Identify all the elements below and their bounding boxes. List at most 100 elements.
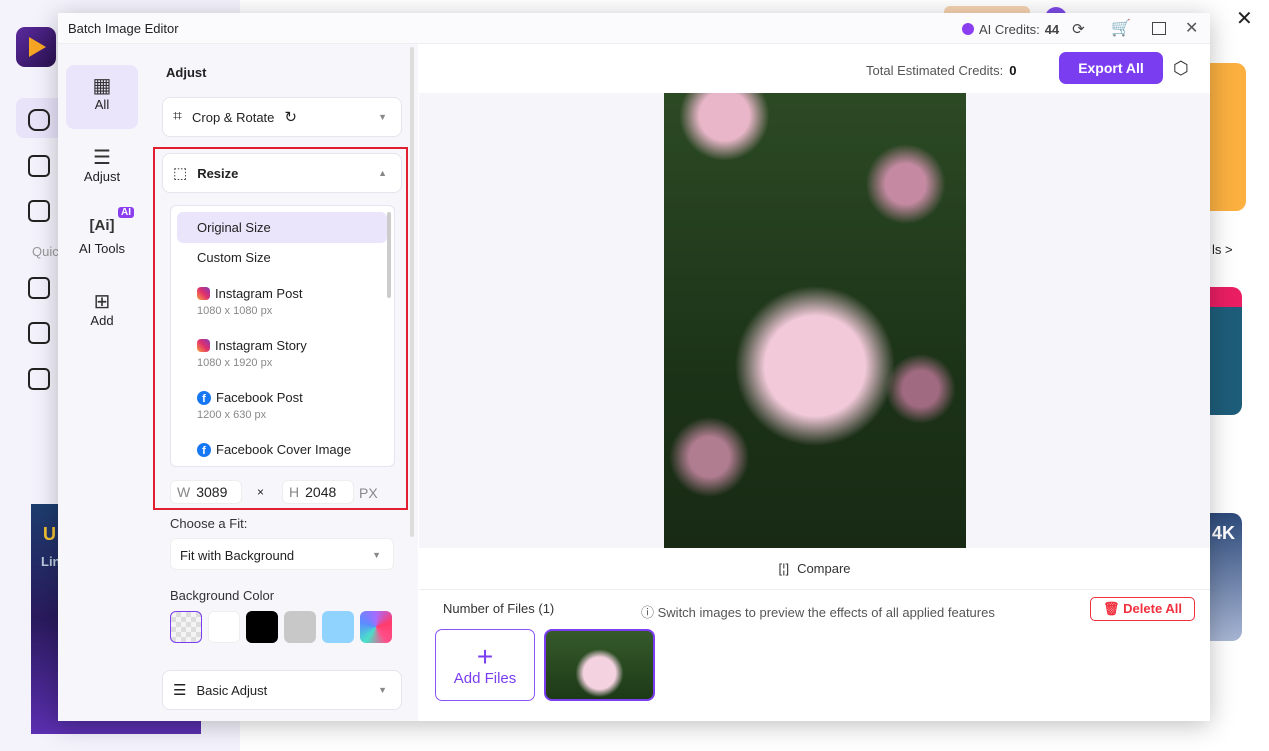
delete-all-button[interactable]: 🗑 Delete All [1090, 597, 1195, 621]
swatch-light-blue[interactable] [322, 611, 354, 643]
promo-card[interactable]: 4K [1210, 513, 1242, 641]
refresh-icon[interactable]: ⟳ [1072, 20, 1085, 38]
option-custom-size[interactable]: Custom Size [177, 250, 387, 265]
app-close-icon[interactable]: ✕ [1236, 6, 1253, 31]
window-title: Batch Image Editor [68, 21, 179, 36]
panel-scrollbar[interactable] [410, 47, 414, 537]
add-files-label: Add Files [453, 669, 517, 687]
option-name: Instagram Story [215, 338, 307, 353]
sliders-icon: ☰ [173, 682, 187, 699]
nav-ai-tools[interactable]: AI [Ai] AI Tools [66, 207, 138, 273]
swatch-transparent[interactable] [170, 611, 202, 643]
promo-card[interactable] [1210, 287, 1242, 415]
crop-icon: ⌗ [173, 108, 183, 125]
option-name: Custom Size [197, 250, 271, 265]
compare-button[interactable]: [¦] Compare [419, 548, 1210, 590]
swatch-gradient[interactable] [360, 611, 392, 643]
import-icon[interactable] [28, 322, 50, 344]
hint-text: Switch images to preview the effects of … [657, 605, 995, 620]
option-original-size[interactable]: Original Size [177, 212, 387, 243]
title-bar: Batch Image Editor AI Credits: 44 ⟳ 🛒 ✕ [58, 13, 1210, 44]
settings-icon[interactable]: ⬡ [1173, 58, 1189, 79]
close-icon[interactable]: ✕ [1185, 18, 1198, 38]
width-value: 3089 [196, 484, 228, 500]
sliders-icon: ☰ [93, 147, 111, 169]
ai-badge: AI [118, 207, 134, 218]
screen-icon[interactable] [28, 368, 50, 390]
section-label: Basic Adjust [196, 682, 268, 698]
promo-card[interactable] [1210, 63, 1246, 211]
option-facebook-post[interactable]: f Facebook Post 1200 x 630 px [177, 390, 387, 421]
toolbox-icon[interactable] [28, 155, 50, 177]
compare-label: Compare [797, 561, 851, 576]
chevron-down-icon: ▼ [372, 550, 381, 560]
nav-add[interactable]: ⊞ Add [66, 281, 138, 345]
height-input[interactable]: H 2048 [282, 480, 354, 504]
swatch-black[interactable] [246, 611, 278, 643]
reset-icon[interactable]: ↻ [284, 108, 297, 126]
list-scrollbar[interactable] [387, 212, 391, 298]
export-all-button[interactable]: Export All [1059, 52, 1163, 84]
option-facebook-cover[interactable]: f Facebook Cover Image [177, 442, 387, 457]
section-label: Crop & Rotate [192, 109, 275, 125]
basic-adjust-section[interactable]: ☰ Basic Adjust ▼ [162, 670, 402, 710]
convert-icon[interactable] [28, 277, 50, 299]
add-files-button[interactable]: + Add Files [435, 629, 535, 701]
option-name: Facebook Post [216, 390, 303, 405]
fit-label: Choose a Fit: [170, 516, 248, 531]
top-toolbar: Total Estimated Credits: 0 Export All ⬡ [419, 44, 1210, 93]
nav-all[interactable]: ▦ All [66, 65, 138, 129]
ai-credits-label: AI Credits: [979, 21, 1040, 37]
total-credits-value: 0 [1009, 63, 1017, 78]
nav-adjust[interactable]: ☰ Adjust [66, 137, 138, 201]
preview-image [664, 93, 966, 548]
panel-heading: Adjust [166, 65, 207, 80]
resize-icon: ⬚ [173, 165, 188, 182]
option-instagram-story[interactable]: Instagram Story 1080 x 1920 px [177, 338, 387, 369]
option-name: Original Size [197, 220, 271, 235]
file-thumbnail[interactable] [544, 629, 655, 701]
total-credits: Total Estimated Credits: 0 [866, 63, 1017, 78]
cart-icon[interactable]: 🛒 [1111, 18, 1131, 38]
preview-area [419, 93, 1210, 548]
option-size: 1200 x 630 px [197, 409, 267, 421]
resize-options-list: Original Size Custom Size Instagram Post… [170, 205, 395, 467]
option-name: Facebook Cover Image [216, 442, 352, 457]
height-label: H [289, 484, 300, 500]
chevron-up-icon: ▲ [378, 168, 387, 178]
total-credits-label: Total Estimated Credits: [866, 63, 1004, 78]
files-section: Number of Files (1) ⓘ Switch images to p… [419, 590, 1210, 721]
facebook-icon: f [197, 390, 211, 405]
crop-rotate-section[interactable]: ⌗ Crop & Rotate ↻ ▼ [162, 97, 402, 137]
chevron-down-icon: ▼ [378, 112, 387, 122]
instagram-icon [197, 287, 210, 300]
document-icon[interactable] [28, 200, 50, 222]
width-input[interactable]: W 3089 [170, 480, 242, 504]
option-size: 1080 x 1080 px [197, 305, 273, 317]
resize-section[interactable]: ⬚ Resize ▲ [162, 153, 402, 193]
bg-color-label: Background Color [170, 588, 275, 603]
swatch-gray[interactable] [284, 611, 316, 643]
swatch-white[interactable] [208, 611, 240, 643]
maximize-icon[interactable] [1152, 22, 1166, 35]
option-instagram-post[interactable]: Instagram Post 1080 x 1080 px [177, 286, 387, 317]
width-label: W [177, 484, 191, 500]
home-icon[interactable] [28, 109, 50, 131]
ai-credits: AI Credits: 44 ⟳ [962, 20, 1085, 38]
grid-icon: ▦ [92, 75, 112, 97]
compare-icon: [¦] [778, 561, 790, 576]
file-count: Number of Files (1) [443, 601, 555, 616]
delete-all-label: Delete All [1123, 601, 1182, 616]
credits-icon [962, 23, 974, 35]
app-logo [16, 27, 56, 67]
fit-select[interactable]: Fit with Background ▼ [170, 538, 394, 570]
all-tools-link[interactable]: ls > [1212, 242, 1233, 257]
section-label: Resize [197, 165, 239, 181]
nav-label: Adjust [83, 169, 121, 184]
card-label: 4K [1212, 523, 1236, 543]
height-value: 2048 [305, 484, 337, 500]
option-name: Instagram Post [215, 286, 303, 301]
plus-square-icon: ⊞ [93, 291, 111, 313]
adjust-panel: Adjust ⌗ Crop & Rotate ↻ ▼ ⬚ Resize ▲ Origina… [146, 44, 418, 721]
quick-label: Quic [32, 244, 59, 259]
